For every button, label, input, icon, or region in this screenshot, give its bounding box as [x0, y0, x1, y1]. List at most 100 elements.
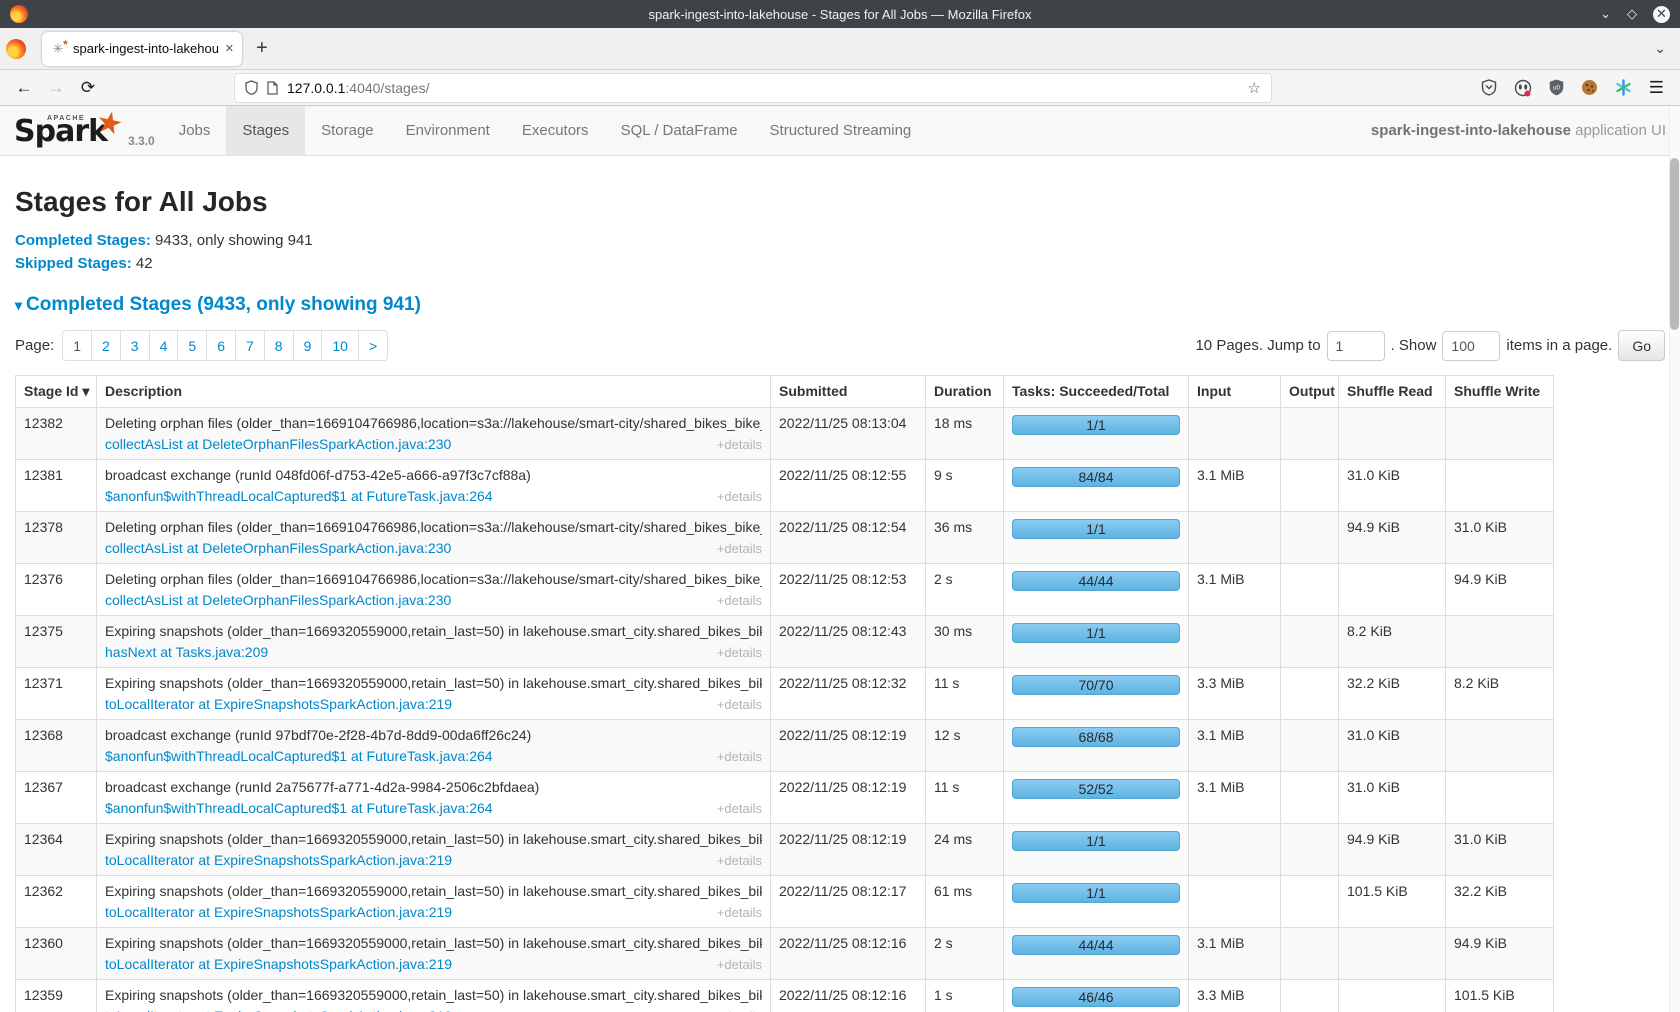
- stage-detail-link[interactable]: hasNext at Tasks.java:209: [105, 644, 268, 660]
- duration-cell: 11 s: [926, 772, 1004, 824]
- details-toggle[interactable]: +details: [717, 957, 762, 972]
- items-in-page-label: items in a page.: [1506, 337, 1612, 354]
- page-button-10[interactable]: 10: [322, 330, 359, 361]
- page-button-3[interactable]: 3: [121, 330, 150, 361]
- details-toggle[interactable]: +details: [717, 593, 762, 608]
- browser-tab[interactable]: ✳★ spark-ingest-into-lakehous ✕: [42, 32, 242, 66]
- spark-nav-item-sql-dataframe[interactable]: SQL / DataFrame: [605, 106, 754, 155]
- stage-row: 12360Expiring snapshots (older_than=1669…: [16, 928, 1554, 980]
- application-name: spark-ingest-into-lakehouse: [1371, 122, 1571, 139]
- details-toggle[interactable]: +details: [717, 853, 762, 868]
- submitted-cell: 2022/11/25 08:12:55: [771, 460, 926, 512]
- tab-list-chevron-icon[interactable]: ⌄: [1654, 40, 1666, 57]
- column-header-tasks-succeeded-total[interactable]: Tasks: Succeeded/Total: [1004, 376, 1189, 408]
- reload-button[interactable]: ⟳: [74, 75, 102, 101]
- page-button-4[interactable]: 4: [150, 330, 179, 361]
- jump-to-input[interactable]: [1327, 331, 1385, 361]
- stage-description-line2: hasNext at Tasks.java:209 +details: [105, 644, 762, 660]
- column-header-shuffle-read[interactable]: Shuffle Read: [1339, 376, 1446, 408]
- column-header-shuffle-write[interactable]: Shuffle Write: [1446, 376, 1554, 408]
- spark-nav-item-executors[interactable]: Executors: [506, 106, 605, 155]
- page-button-8[interactable]: 8: [265, 330, 294, 361]
- details-toggle[interactable]: +details: [717, 801, 762, 816]
- submitted-cell: 2022/11/25 08:12:19: [771, 720, 926, 772]
- page-title: Stages for All Jobs: [15, 186, 1665, 218]
- new-tab-button[interactable]: +: [256, 37, 268, 60]
- page-button-1[interactable]: 1: [62, 330, 92, 361]
- description-cell: Deleting orphan files (older_than=166910…: [97, 512, 771, 564]
- stage-detail-link[interactable]: toLocalIterator at ExpireSnapshotsSparkA…: [105, 1008, 452, 1012]
- page-button-2[interactable]: 2: [92, 330, 121, 361]
- column-header-submitted[interactable]: Submitted: [771, 376, 926, 408]
- page-button-6[interactable]: 6: [207, 330, 236, 361]
- stage-detail-link[interactable]: $anonfun$withThreadLocalCaptured$1 at Fu…: [105, 748, 493, 764]
- stage-detail-link[interactable]: toLocalIterator at ExpireSnapshotsSparkA…: [105, 956, 452, 972]
- spark-nav-item-storage[interactable]: Storage: [305, 106, 390, 155]
- duration-cell: 30 ms: [926, 616, 1004, 668]
- completed-stages-section-toggle[interactable]: ▾Completed Stages (9433, only showing 94…: [15, 294, 1665, 316]
- column-header-output[interactable]: Output: [1281, 376, 1339, 408]
- container-mask-icon[interactable]: [1514, 79, 1532, 97]
- column-header-stage-id[interactable]: Stage Id ▾: [16, 376, 97, 408]
- shield-permissions-icon[interactable]: [245, 80, 258, 95]
- column-header-duration[interactable]: Duration: [926, 376, 1004, 408]
- page-scrollbar-thumb[interactable]: [1670, 158, 1679, 330]
- page-button-5[interactable]: 5: [178, 330, 207, 361]
- column-header-input[interactable]: Input: [1189, 376, 1281, 408]
- bookmark-star-icon[interactable]: ☆: [1248, 79, 1261, 97]
- window-maximize-button[interactable]: ◇: [1627, 6, 1637, 22]
- stage-row: 12359Expiring snapshots (older_than=1669…: [16, 980, 1554, 1012]
- window-close-button[interactable]: ✕: [1653, 6, 1670, 23]
- page-info-icon[interactable]: [267, 81, 278, 95]
- back-button[interactable]: ←: [10, 75, 38, 101]
- stage-detail-link[interactable]: $anonfun$withThreadLocalCaptured$1 at Fu…: [105, 488, 493, 504]
- details-toggle[interactable]: +details: [717, 541, 762, 556]
- details-toggle[interactable]: +details: [717, 905, 762, 920]
- column-header-description[interactable]: Description: [97, 376, 771, 408]
- input-cell: [1189, 616, 1281, 668]
- stage-detail-link[interactable]: collectAsList at DeleteOrphanFilesSparkA…: [105, 592, 451, 608]
- translate-asterisk-icon[interactable]: [1615, 79, 1632, 96]
- spark-nav-item-stages[interactable]: Stages: [226, 106, 305, 155]
- window-minimize-button[interactable]: ⌄: [1600, 6, 1611, 22]
- duration-cell: 2 s: [926, 928, 1004, 980]
- details-toggle[interactable]: +details: [717, 437, 762, 452]
- tasks-progress-bar: 1/1: [1012, 623, 1180, 643]
- stage-row: 12381broadcast exchange (runId 048fd06f-…: [16, 460, 1554, 512]
- spark-nav-item-structured-streaming[interactable]: Structured Streaming: [754, 106, 928, 155]
- page-button-7[interactable]: 7: [236, 330, 265, 361]
- ublock-shield-icon[interactable]: u0: [1549, 79, 1564, 96]
- cookie-icon[interactable]: [1581, 79, 1598, 96]
- page-button-9[interactable]: 9: [294, 330, 323, 361]
- stage-id-cell: 12367: [16, 772, 97, 824]
- url-bar[interactable]: 127.0.0.1:4040/stages/ ☆: [234, 73, 1272, 103]
- spark-logo[interactable]: APACHE Spark ★: [0, 106, 128, 155]
- spark-nav-item-environment[interactable]: Environment: [390, 106, 506, 155]
- spark-nav-item-jobs[interactable]: Jobs: [163, 106, 227, 155]
- tab-close-button[interactable]: ✕: [219, 42, 234, 55]
- pocket-shield-icon[interactable]: [1481, 79, 1497, 96]
- stage-detail-link[interactable]: toLocalIterator at ExpireSnapshotsSparkA…: [105, 696, 452, 712]
- stage-detail-link[interactable]: collectAsList at DeleteOrphanFilesSparkA…: [105, 540, 451, 556]
- details-toggle[interactable]: +details: [717, 645, 762, 660]
- stage-detail-link[interactable]: toLocalIterator at ExpireSnapshotsSparkA…: [105, 852, 452, 868]
- stage-detail-link[interactable]: $anonfun$withThreadLocalCaptured$1 at Fu…: [105, 800, 493, 816]
- input-cell: 3.1 MiB: [1189, 460, 1281, 512]
- stage-detail-link[interactable]: toLocalIterator at ExpireSnapshotsSparkA…: [105, 904, 452, 920]
- browser-toolbar: ← → ⟳ 127.0.0.1:4040/stages/ ☆ u0 ☰: [0, 70, 1680, 106]
- skipped-stages-stat: Skipped Stages: 42: [15, 255, 1665, 272]
- show-count-input[interactable]: [1442, 331, 1500, 361]
- tasks-progress-bar: 1/1: [1012, 415, 1180, 435]
- details-toggle[interactable]: +details: [717, 489, 762, 504]
- shuffle-write-cell: [1446, 616, 1554, 668]
- stage-detail-link[interactable]: collectAsList at DeleteOrphanFilesSparkA…: [105, 436, 451, 452]
- details-toggle[interactable]: +details: [717, 749, 762, 764]
- stage-id-cell: 12368: [16, 720, 97, 772]
- details-toggle[interactable]: +details: [717, 697, 762, 712]
- go-button[interactable]: Go: [1618, 330, 1665, 361]
- duration-cell: 18 ms: [926, 408, 1004, 460]
- forward-button[interactable]: →: [42, 75, 70, 101]
- description-cell: Expiring snapshots (older_than=166932055…: [97, 980, 771, 1012]
- page-next-button[interactable]: >: [359, 330, 388, 361]
- menu-hamburger-icon[interactable]: ☰: [1649, 78, 1664, 98]
